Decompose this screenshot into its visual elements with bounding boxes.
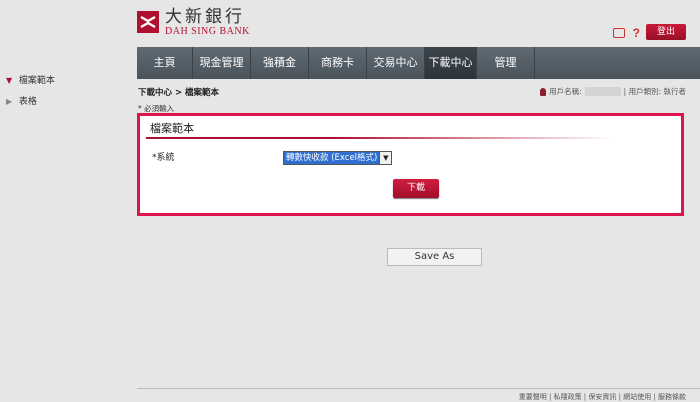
sidebar-item-forms[interactable]: ▶ 表格 — [6, 94, 37, 107]
system-field-label: *系統 — [152, 153, 175, 163]
panel-title: 檔案範本 — [150, 122, 194, 135]
download-button[interactable]: 下載 — [393, 179, 439, 198]
breadcrumb: 下載中心 > 檔案範本 — [138, 88, 220, 98]
bank-logo-icon — [137, 11, 159, 33]
printer-icon[interactable] — [612, 28, 625, 38]
main-nav: 主頁 現金管理 強積金 商務卡 交易中心 下載中心 管理 — [137, 47, 700, 79]
file-template-panel: 檔案範本 *系統 轉數快收款 (Excel格式) ▼ 下載 — [137, 113, 684, 216]
triangle-down-icon: ▼ — [6, 76, 13, 85]
username-value-box — [584, 87, 621, 96]
footer-links[interactable]: 重要聲明 | 私隱政策 | 保安資訊 | 網站使用 | 服務條款 — [519, 392, 686, 402]
user-role-text: | 用戶類別: 執行者 — [623, 87, 686, 96]
nav-transaction-center[interactable]: 交易中心 — [367, 47, 425, 79]
system-select[interactable]: 轉數快收款 (Excel格式) ▼ — [283, 151, 393, 165]
logo-chinese-text: 大新銀行 — [165, 6, 245, 27]
user-info: 用戶名稱: | 用戶類別: 執行者 — [540, 86, 686, 97]
sidebar-item-file-template[interactable]: ▼ 檔案範本 — [6, 73, 55, 86]
logout-button[interactable]: 登出 — [646, 24, 686, 40]
nav-download-center[interactable]: 下載中心 — [425, 47, 477, 79]
sidebar: ▼ 檔案範本 ▶ 表格 — [0, 0, 132, 400]
save-as-button[interactable]: Save As — [387, 248, 482, 266]
sidebar-item-label: 表格 — [18, 97, 37, 107]
nav-mpf[interactable]: 強積金 — [251, 47, 309, 79]
main-content: 大新銀行 DAH SING BANK ? 登出 主頁 現金管理 強積金 商務卡 … — [137, 0, 700, 402]
sidebar-item-label: 檔案範本 — [18, 76, 55, 86]
user-icon — [540, 87, 547, 96]
footer-divider — [137, 388, 700, 389]
logo-english-text: DAH SING BANK — [165, 25, 250, 37]
nav-cash-management[interactable]: 現金管理 — [193, 47, 251, 79]
username-label: 用戶名稱: — [549, 87, 582, 96]
nav-home[interactable]: 主頁 — [137, 47, 193, 79]
bank-logo: 大新銀行 DAH SING BANK — [137, 6, 250, 38]
system-select-value: 轉數快收款 (Excel格式) — [284, 152, 380, 164]
nav-corporate-card[interactable]: 商務卡 — [309, 47, 367, 79]
help-icon[interactable]: ? — [633, 26, 640, 40]
chevron-down-icon[interactable]: ▼ — [379, 152, 392, 164]
nav-admin[interactable]: 管理 — [477, 47, 535, 79]
triangle-right-icon: ▶ — [6, 97, 13, 106]
panel-divider — [146, 137, 616, 139]
